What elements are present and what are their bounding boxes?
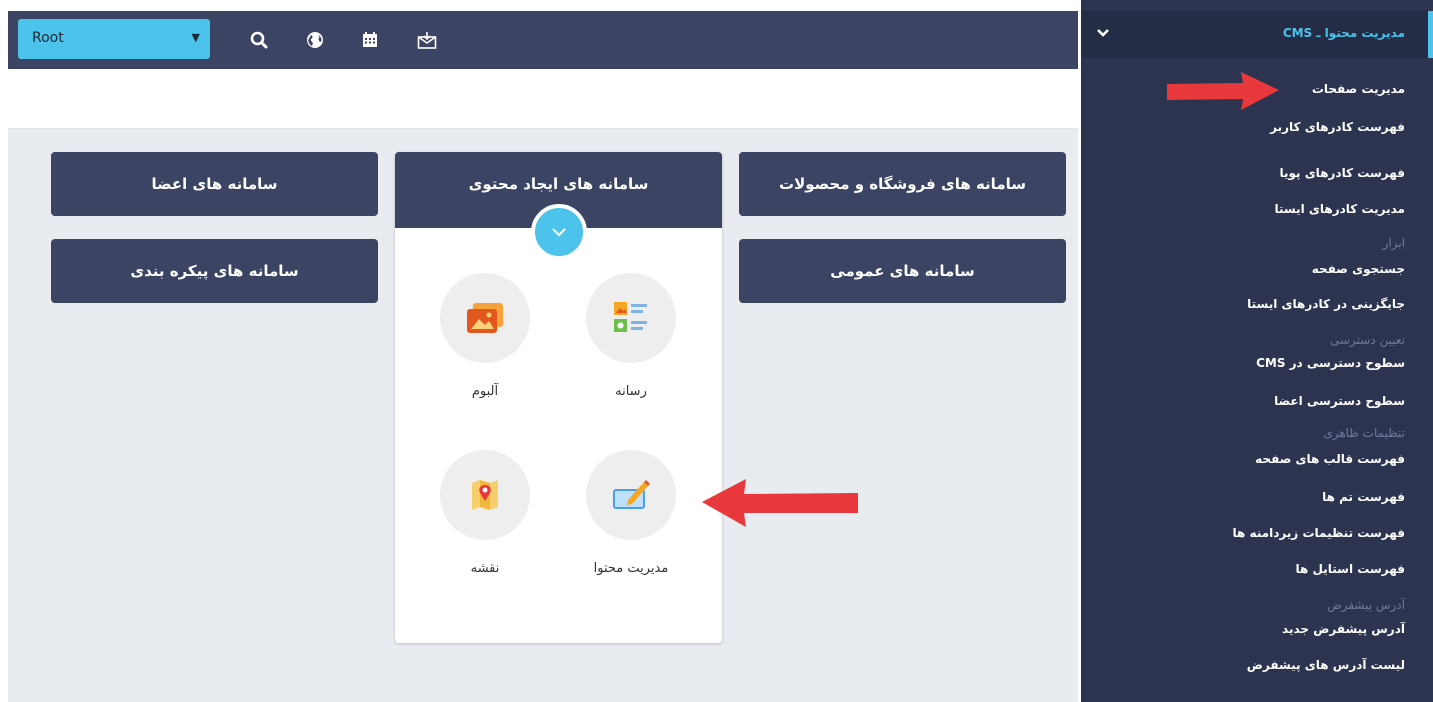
- sidebar-item-styles[interactable]: فهرست استایل ها: [1296, 562, 1405, 576]
- annotation-arrow-right: [1167, 72, 1279, 110]
- annotation-arrow-left: [702, 479, 858, 527]
- sidebar-item-member-access[interactable]: سطوح دسترسی اعضا: [1274, 394, 1405, 408]
- card-config[interactable]: سامانه های پیکره بندی: [51, 239, 378, 303]
- caret-down-icon: ▼: [191, 31, 200, 44]
- card-shop-label: سامانه های فروشگاه و محصولات: [779, 175, 1026, 193]
- tile-album-label: آلبوم: [471, 384, 499, 399]
- sidebar-group-default-address: آدرس پیشفرض: [1327, 598, 1405, 612]
- sidebar-item-new-default[interactable]: آدرس پیشفرض جدید: [1282, 622, 1405, 636]
- dashboard-area: سامانه های اعضا سامانه های پیکره بندی سا…: [8, 129, 1078, 702]
- sidebar-item-page-search[interactable]: جستجوی صفحه: [1312, 262, 1405, 276]
- tile-map[interactable]: [440, 450, 530, 540]
- sidebar-item-submenu-settings[interactable]: فهرست تنظیمات زیردامنه ها: [1233, 526, 1405, 540]
- sidebar-item-cms-access[interactable]: سطوح دسترسی در CMS: [1256, 356, 1405, 370]
- active-accent-bar: [1428, 11, 1433, 58]
- chevron-down-icon[interactable]: [1095, 25, 1111, 45]
- sidebar-item-static-replace[interactable]: جایگزینی در کادرهای ایستا: [1247, 297, 1405, 311]
- mail-icon[interactable]: [416, 29, 438, 51]
- card-content-label: سامانه های ایجاد محتوی: [468, 175, 649, 193]
- sidebar-item-dynamic-frames[interactable]: فهرست کادرهای پویا: [1279, 166, 1405, 180]
- media-icon: [614, 302, 647, 332]
- tile-content-management[interactable]: [586, 450, 676, 540]
- sidebar-section-header[interactable]: مدیریت محتوا ـ CMS: [1081, 11, 1433, 58]
- album-icon: [467, 303, 503, 333]
- card-members-label: سامانه های اعضا: [151, 175, 278, 193]
- tile-media[interactable]: [586, 273, 676, 363]
- page-header-strip: [8, 69, 1078, 129]
- chevron-down-icon[interactable]: [531, 204, 587, 260]
- sidebar-group-tools: ابزار: [1382, 236, 1405, 250]
- card-config-label: سامانه های پیکره بندی: [130, 262, 299, 280]
- map-icon: [472, 480, 498, 510]
- top-toolbar: Root ▼: [8, 11, 1078, 69]
- sidebar-item-static-frames[interactable]: مدیریت کادرهای ایستا: [1274, 202, 1405, 216]
- card-general-label: سامانه های عمومی: [830, 262, 975, 280]
- calendar-icon[interactable]: [359, 29, 381, 51]
- sidebar-item-themes[interactable]: فهرست تم ها: [1322, 490, 1405, 504]
- globe-icon[interactable]: [304, 29, 326, 51]
- card-content-systems: سامانه های ایجاد محتوی رسانه آلبوم مدیری…: [395, 152, 722, 643]
- card-members[interactable]: سامانه های اعضا: [51, 152, 378, 216]
- sidebar-item-user-frames[interactable]: فهرست کادرهای کاربر: [1270, 120, 1405, 134]
- edit-content-icon: [613, 480, 650, 509]
- tile-album[interactable]: [440, 273, 530, 363]
- sidebar-item-pages[interactable]: مدیریت صفحات: [1312, 82, 1405, 96]
- card-shop[interactable]: سامانه های فروشگاه و محصولات: [739, 152, 1066, 216]
- root-select[interactable]: Root ▼: [18, 19, 210, 59]
- sidebar-group-access: تعیین دسترسی: [1329, 333, 1405, 347]
- sidebar-item-default-list[interactable]: لیست آدرس های پیشفرض: [1247, 658, 1405, 672]
- sidebar-item-page-templates[interactable]: فهرست قالب های صفحه: [1255, 452, 1405, 466]
- search-icon[interactable]: [248, 29, 270, 51]
- root-select-value: Root: [32, 30, 64, 46]
- tile-content-management-label: مدیریت محتوا: [593, 561, 669, 576]
- screen: Root ▼ سامانه های اعضا سامانه های پیکره …: [0, 0, 1433, 702]
- tile-map-label: نقشه: [470, 561, 500, 576]
- sidebar: مدیریت محتوا ـ CMS مدیریت صفحات فهرست کا…: [1081, 0, 1433, 702]
- sidebar-title: مدیریت محتوا ـ CMS: [1282, 26, 1405, 40]
- card-general[interactable]: سامانه های عمومی: [739, 239, 1066, 303]
- tile-media-label: رسانه: [615, 384, 647, 399]
- sidebar-group-appearance: تنظیمات ظاهری: [1323, 426, 1405, 440]
